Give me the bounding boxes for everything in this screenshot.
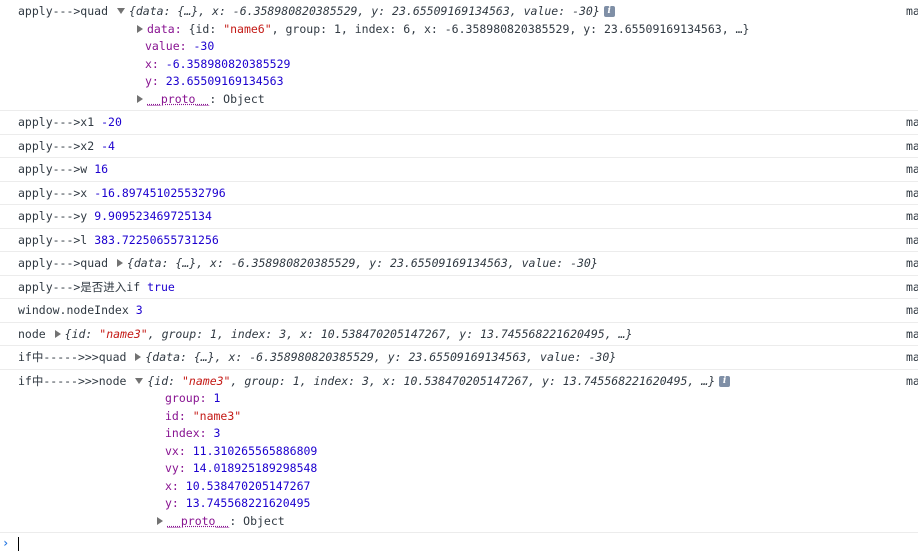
source-link[interactable]: ma xyxy=(906,161,918,179)
prompt-chevron-icon: › xyxy=(2,536,10,550)
text-cursor xyxy=(18,537,19,551)
property-vy: vy: 14.018925189298548 xyxy=(165,461,318,475)
source-link[interactable]: ma xyxy=(906,349,918,367)
property-value: value: -30 xyxy=(145,39,215,53)
source-link[interactable]: ma xyxy=(906,373,918,391)
console-message: apply--->x -16.897451025532796 ma xyxy=(0,182,918,205)
console-message: node {id: "name3", group: 1, index: 3, x… xyxy=(0,323,918,346)
console-message: apply--->w 16 ma xyxy=(0,158,918,182)
console-message-node-expanded: if中----->>>node {id: "name3", group: 1, … xyxy=(0,370,918,533)
console-message: apply--->x2 -4 ma xyxy=(0,135,918,158)
source-link[interactable]: ma xyxy=(906,114,918,132)
property-proto[interactable]: __proto__: Object xyxy=(18,91,918,109)
property-y: y: 13.745568221620495 xyxy=(165,496,311,510)
console-message: window.nodeIndex 3 ma xyxy=(0,299,918,323)
console-prompt[interactable]: › xyxy=(0,533,918,557)
property-index: index: 3 xyxy=(165,426,221,440)
console-message-quad-expanded: apply--->quad {data: {…}, x: -6.35898082… xyxy=(0,0,918,111)
expand-triangle-icon[interactable] xyxy=(137,24,143,33)
console-message: if中----->>>quad {data: {…}, x: -6.358980… xyxy=(0,346,918,370)
object-preview[interactable]: {data: {…}, x: -6.358980820385529, y: 23… xyxy=(145,350,616,364)
console-panel: apply--->quad {data: {…}, x: -6.35898082… xyxy=(0,0,918,557)
object-preview[interactable]: {id: "name3", group: 1, index: 3, x: 10.… xyxy=(65,327,633,341)
property-vx: vx: 11.310265565886809 xyxy=(165,443,318,458)
expand-triangle-icon[interactable] xyxy=(137,94,143,103)
source-link[interactable]: ma xyxy=(906,138,918,156)
source-link[interactable]: ma xyxy=(906,232,918,250)
expand-triangle-icon[interactable] xyxy=(135,353,142,361)
info-icon[interactable]: i xyxy=(719,375,731,387)
property-data[interactable]: data: {id: "name6", group: 1, index: 6, … xyxy=(18,21,918,39)
collapse-triangle-icon[interactable] xyxy=(116,8,125,14)
property-group: group: 1 xyxy=(165,391,221,405)
info-icon[interactable]: i xyxy=(603,6,615,17)
log-label: apply--->quad xyxy=(18,4,109,18)
expand-triangle-icon[interactable] xyxy=(157,516,163,525)
console-message: apply--->x1 -20 ma xyxy=(0,111,918,135)
property-id: id: "name3" xyxy=(165,408,242,423)
source-link[interactable]: ma xyxy=(906,3,918,21)
source-link[interactable]: ma xyxy=(906,302,918,320)
property-y: y: 23.65509169134563 xyxy=(145,74,284,88)
object-preview[interactable]: {id: "name3", group: 1, index: 3, x: 10.… xyxy=(147,374,715,388)
source-link[interactable]: ma xyxy=(906,208,918,226)
property-x: x: 10.538470205147267 xyxy=(165,478,311,493)
source-link[interactable]: ma xyxy=(906,279,918,297)
source-link[interactable]: ma xyxy=(906,255,918,273)
expand-triangle-icon[interactable] xyxy=(116,259,123,267)
console-message: apply--->是否进入if true ma xyxy=(0,276,918,299)
object-preview[interactable]: {data: {…}, x: -6.358980820385529, y: 23… xyxy=(127,256,598,270)
collapse-triangle-icon[interactable] xyxy=(135,377,144,384)
expand-triangle-icon[interactable] xyxy=(54,329,61,338)
object-preview[interactable]: {data: {…}, x: -6.358980820385529, y: 23… xyxy=(129,4,600,18)
property-proto[interactable]: __proto__: Object xyxy=(18,513,918,531)
source-link[interactable]: ma xyxy=(906,185,918,203)
source-link[interactable]: ma xyxy=(906,326,918,344)
console-message: apply--->l 383.72250655731256 ma xyxy=(0,229,918,252)
console-message: apply--->y 9.909523469725134 ma xyxy=(0,205,918,229)
property-x: x: -6.358980820385529 xyxy=(145,56,291,71)
console-message: apply--->quad {data: {…}, x: -6.35898082… xyxy=(0,252,918,276)
